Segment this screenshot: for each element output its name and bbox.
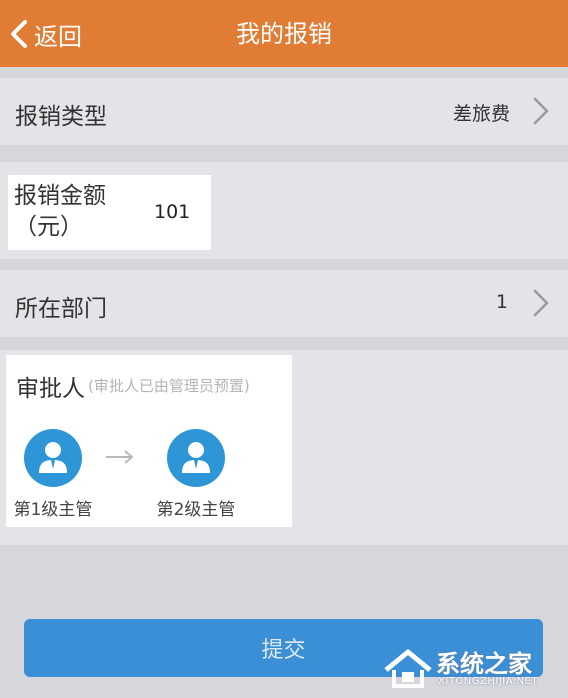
approver-hint: (审批人已由管理员预置) xyxy=(88,377,250,395)
approver-level-2-label: 第2级主管 xyxy=(156,500,236,520)
approver-level-1: 第1级主管 xyxy=(8,429,98,520)
reimbursement-type-value: 差旅费 xyxy=(452,103,510,125)
approver-panel: 审批人 (审批人已由管理员预置) 第1级主管 第2级主管 xyxy=(6,355,292,527)
user-avatar-icon xyxy=(167,429,225,487)
amount-value: 101 xyxy=(154,201,191,223)
submit-label: 提交 xyxy=(261,638,306,663)
department-row[interactable]: 所在部门 1 xyxy=(0,270,568,337)
house-logo-icon xyxy=(384,649,432,688)
arrow-right-icon xyxy=(106,450,134,464)
approver-title: 审批人 xyxy=(16,376,85,402)
approver-level-2: 第2级主管 xyxy=(151,429,241,520)
header-bar: 返回 我的报销 xyxy=(0,0,568,67)
reimbursement-type-row[interactable]: 报销类型 差旅费 xyxy=(0,78,568,145)
page-title: 我的报销 xyxy=(236,20,332,48)
chevron-right-icon xyxy=(533,97,549,125)
reimbursement-page: 返回 我的报销 报销类型 差旅费 报销金额（元） 101 所在部门 1 审批人 … xyxy=(0,0,568,698)
user-avatar-icon xyxy=(24,429,82,487)
watermark-subtext: XITONGZHIJIA.NET xyxy=(438,676,538,687)
watermark-text: 系统之家 xyxy=(436,650,532,678)
department-value: 1 xyxy=(495,291,508,313)
approver-level-1-label: 第1级主管 xyxy=(13,500,93,520)
reimbursement-type-label: 报销类型 xyxy=(15,104,107,130)
amount-label: 报销金额（元） xyxy=(14,183,106,240)
watermark: 系统之家 XITONGZHIJIA.NET xyxy=(382,642,560,694)
chevron-right-icon xyxy=(533,289,549,317)
amount-field[interactable]: 报销金额（元） 101 xyxy=(8,175,211,250)
department-label: 所在部门 xyxy=(15,296,107,322)
